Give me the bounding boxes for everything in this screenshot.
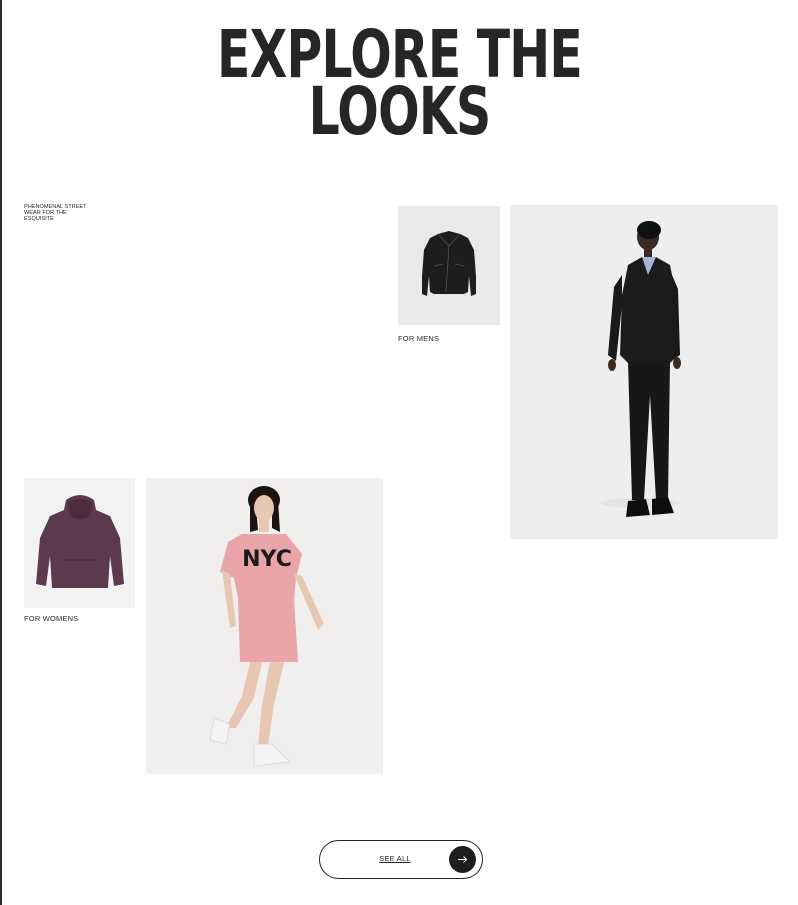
- womens-hoodie-thumbnail[interactable]: [24, 478, 135, 608]
- male-model-photo: [600, 221, 681, 517]
- female-model-photo: NYC: [209, 486, 324, 767]
- page-heading: EXPLORE THE LOOKS: [104, 22, 695, 150]
- hoodie-image: [36, 495, 124, 588]
- mens-jacket-thumbnail[interactable]: [398, 206, 500, 325]
- arrow-right-icon[interactable]: [449, 846, 476, 873]
- womens-caption[interactable]: FOR WOMENS: [24, 614, 79, 623]
- mens-caption[interactable]: FOR MENS: [398, 334, 439, 343]
- leather-jacket-image: [422, 231, 476, 296]
- tagline: PHENOMENAL STREET WEAR FOR THE ESQUISITE: [24, 204, 87, 222]
- womens-model-image[interactable]: NYC: [146, 478, 383, 774]
- heading-line-2: LOOKS: [308, 73, 491, 150]
- mens-model-image[interactable]: [510, 205, 778, 539]
- left-edge-rule: [0, 0, 2, 905]
- see-all-button[interactable]: SEE ALL: [319, 840, 483, 879]
- see-all-label: SEE ALL: [379, 854, 411, 863]
- shirt-print-text: NYC: [242, 547, 292, 572]
